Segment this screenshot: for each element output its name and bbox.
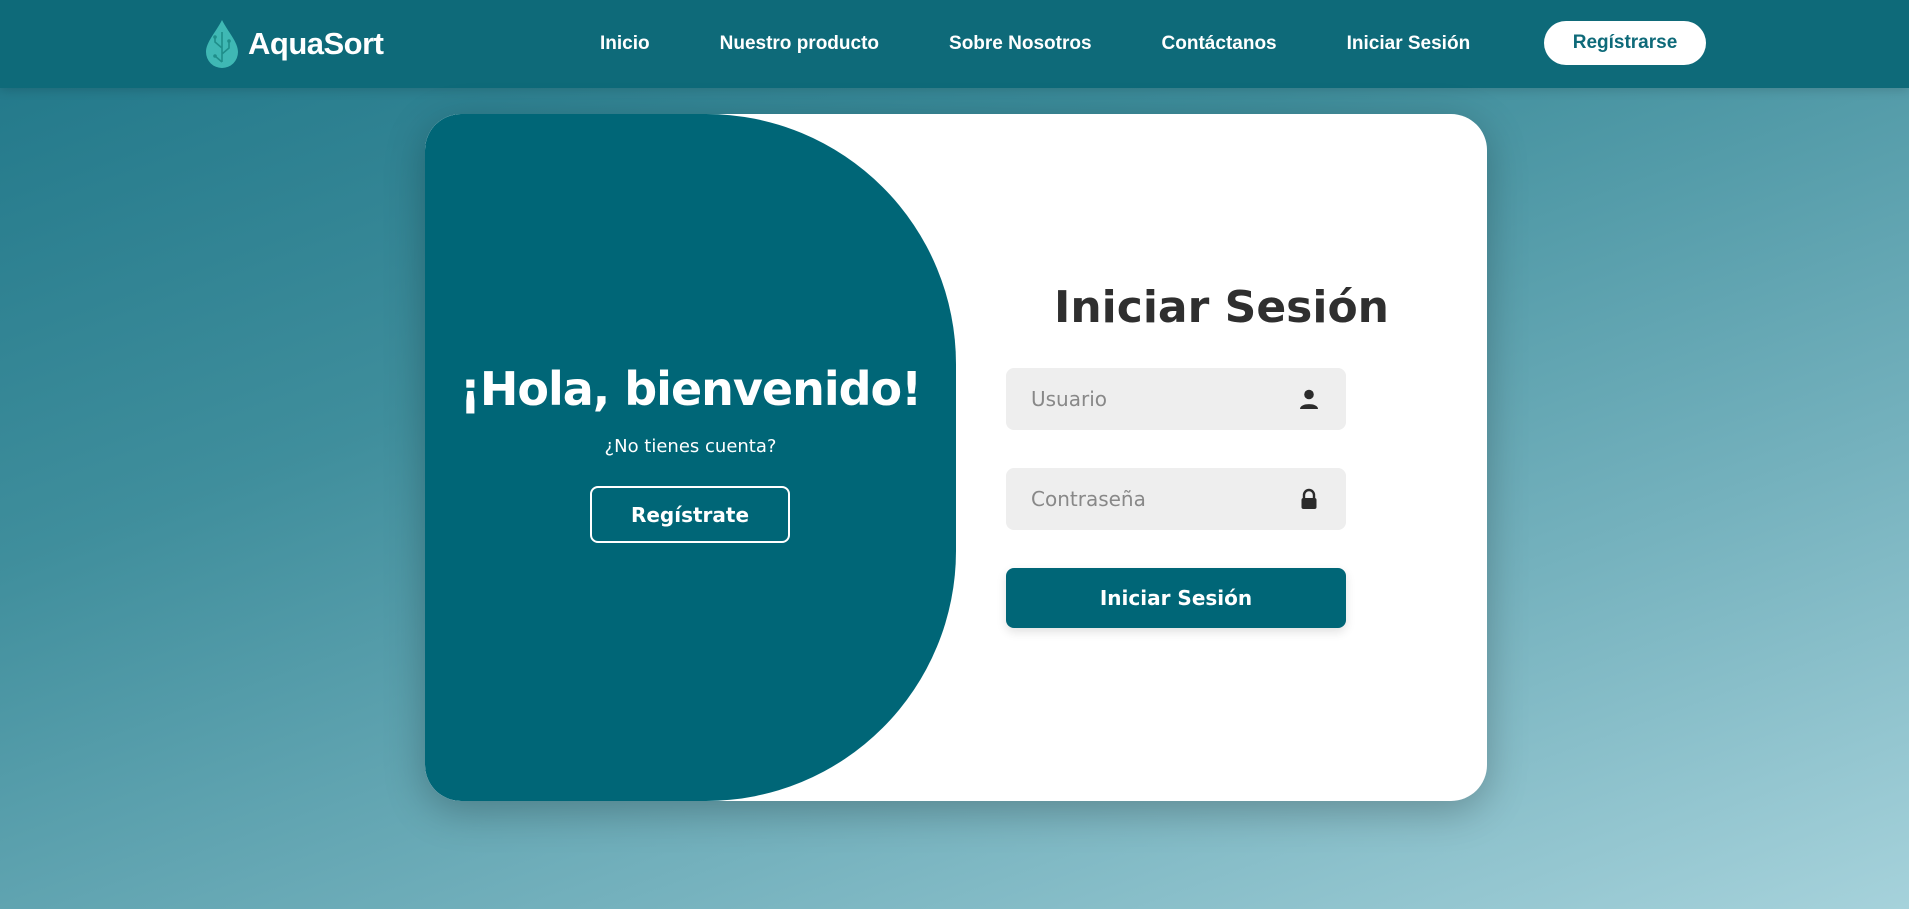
brand-name: AquaSort [248,26,384,61]
nav-register-button[interactable]: Regístrarse [1544,21,1706,65]
top-navbar: AquaSort Inicio Nuestro producto Sobre N… [0,0,1909,88]
login-submit-button[interactable]: Iniciar Sesión [1006,568,1346,628]
welcome-subtitle: ¿No tienes cuenta? [604,436,777,457]
welcome-title: ¡Hola, bienvenido! [459,362,922,416]
user-icon [1300,389,1318,409]
nav-link-sobre-nosotros[interactable]: Sobre Nosotros [949,33,1092,55]
welcome-panel: ¡Hola, bienvenido! ¿No tienes cuenta? Re… [425,114,956,801]
password-field [1006,468,1346,530]
nav-link-iniciar-sesion[interactable]: Iniciar Sesión [1347,33,1471,55]
nav-link-nuestro-producto[interactable]: Nuestro producto [720,33,879,55]
main-nav: Inicio Nuestro producto Sobre Nosotros C… [600,0,1470,88]
water-drop-circuit-icon [206,20,238,68]
password-input[interactable] [1006,468,1296,530]
auth-card: ¡Hola, bienvenido! ¿No tienes cuenta? Re… [425,114,1487,801]
username-field [1006,368,1346,430]
register-button[interactable]: Regístrate [590,486,790,543]
login-title: Iniciar Sesión [1053,282,1389,333]
brand-logo[interactable]: AquaSort [204,16,384,72]
lock-icon [1301,488,1317,509]
username-input[interactable] [1006,368,1296,430]
nav-link-inicio[interactable]: Inicio [600,33,650,55]
nav-link-contactanos[interactable]: Contáctanos [1162,33,1277,55]
